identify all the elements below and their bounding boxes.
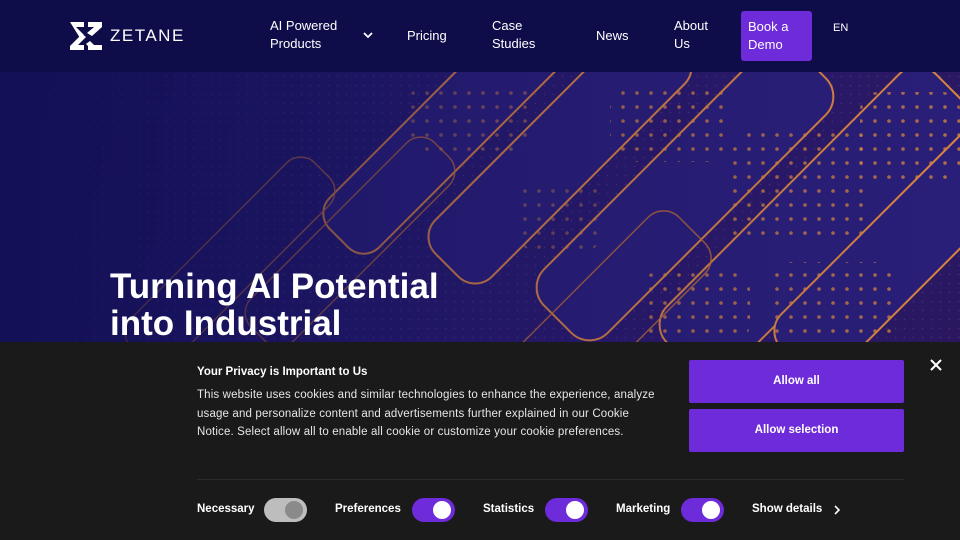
nav-pricing[interactable]: Pricing <box>407 27 447 45</box>
toggle-knob <box>566 501 584 519</box>
necessary-toggle[interactable] <box>264 498 307 522</box>
brand-logo[interactable]: ZETANE <box>70 22 185 50</box>
toggle-label-marketing: Marketing <box>616 503 671 515</box>
allow-selection-button[interactable]: Allow selection <box>689 409 904 452</box>
toggle-label-statistics: Statistics <box>483 503 535 515</box>
allow-all-button[interactable]: Allow all <box>689 360 904 403</box>
hero-section: Turning AI Potential into Industrial <box>0 72 960 342</box>
toggle-label-preferences: Preferences <box>335 503 401 515</box>
toggle-knob <box>285 501 303 519</box>
brand-name: ZETANE <box>110 26 185 45</box>
toggle-knob <box>433 501 451 519</box>
toggle-knob <box>702 501 720 519</box>
toggle-label-necessary: Necessary <box>197 503 255 515</box>
nav-case-studies[interactable]: Case Studies <box>492 17 535 53</box>
zetane-logo-icon <box>70 22 102 50</box>
chevron-right-icon[interactable] <box>832 505 842 515</box>
language-selector[interactable]: EN <box>833 22 848 34</box>
cookie-consent-banner: Your Privacy is Important to Us This web… <box>0 342 960 540</box>
top-navbar: ZETANE AI Powered Products Pricing Case … <box>0 0 960 72</box>
nav-ai-powered-products[interactable]: AI Powered Products <box>270 17 337 53</box>
book-demo-button[interactable]: Book a Demo <box>741 11 812 61</box>
nav-news[interactable]: News <box>596 27 629 45</box>
close-icon[interactable] <box>928 357 944 373</box>
marketing-toggle[interactable] <box>681 498 724 522</box>
hero-heading: Turning AI Potential into Industrial <box>110 267 439 342</box>
cookie-description: This website uses cookies and similar te… <box>197 389 655 438</box>
cookie-divider <box>197 479 904 480</box>
preferences-toggle[interactable] <box>412 498 455 522</box>
nav-about-us[interactable]: About Us <box>674 17 708 53</box>
cookie-title: Your Privacy is Important to Us <box>197 366 368 378</box>
show-details-link[interactable]: Show details <box>752 503 822 515</box>
statistics-toggle[interactable] <box>545 498 588 522</box>
chevron-down-icon[interactable] <box>362 29 374 41</box>
